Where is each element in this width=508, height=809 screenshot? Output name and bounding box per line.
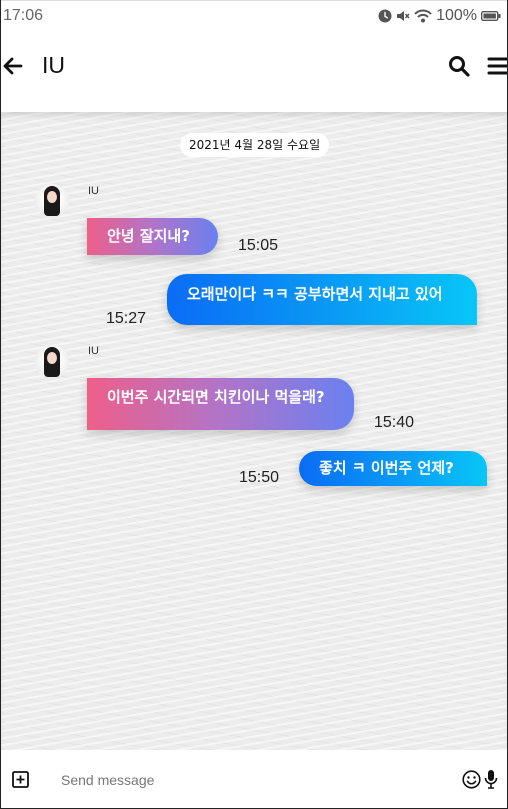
status-bar: 17:06 100% <box>1 0 507 32</box>
message-list[interactable]: 2021년 4월 28일 수요일 IU 안녕 잘지내? 15:05 오래만이다 … <box>1 112 507 750</box>
wifi-icon <box>414 9 432 23</box>
message-bubble-received[interactable]: 이번주 시간되면 치킨이나 먹을래? <box>87 378 354 430</box>
message-time: 15:50 <box>239 469 280 486</box>
microphone-icon[interactable] <box>484 769 498 789</box>
message-bubble-received[interactable]: 안녕 잘지내? <box>87 218 218 255</box>
date-divider: 2021년 4월 28일 수요일 <box>180 133 330 157</box>
sender-name: IU <box>88 345 99 357</box>
message-input[interactable] <box>61 768 441 792</box>
add-attachment-icon[interactable] <box>12 771 29 788</box>
message-text: 좋치 ㅋ 이번주 언제? <box>319 459 454 477</box>
avatar[interactable] <box>35 184 69 218</box>
message-text: 안녕 잘지내? <box>107 227 190 245</box>
emoji-icon[interactable] <box>462 770 481 789</box>
avatar[interactable] <box>35 345 69 379</box>
search-icon[interactable] <box>447 54 471 78</box>
chat-screen: 17:06 100% IU 2021년 4월 28일 수요일 IU 안녕 잘지내… <box>0 0 508 809</box>
message-time: 15:05 <box>238 237 279 254</box>
mute-icon <box>396 9 410 23</box>
battery-level: 100% <box>436 7 477 24</box>
chat-header: IU <box>1 32 507 112</box>
message-composer <box>1 750 507 809</box>
message-bubble-sent[interactable]: 좋치 ㅋ 이번주 언제? <box>299 451 487 486</box>
battery-icon <box>481 10 501 22</box>
sender-name: IU <box>88 185 99 197</box>
message-text: 이번주 시간되면 치킨이나 먹을래? <box>107 388 325 406</box>
alarm-icon <box>378 9 392 23</box>
message-time: 15:40 <box>374 414 415 431</box>
status-time: 17:06 <box>3 7 44 24</box>
message-text: 오래만이다 ㅋㅋ 공부하면서 지내고 있어 <box>187 285 443 303</box>
status-icons: 100% <box>378 7 501 25</box>
menu-icon[interactable] <box>487 54 507 78</box>
back-arrow-icon[interactable] <box>1 54 25 78</box>
contact-name: IU <box>42 52 65 78</box>
message-bubble-sent[interactable]: 오래만이다 ㅋㅋ 공부하면서 지내고 있어 <box>167 274 477 325</box>
message-time: 15:27 <box>106 310 147 327</box>
